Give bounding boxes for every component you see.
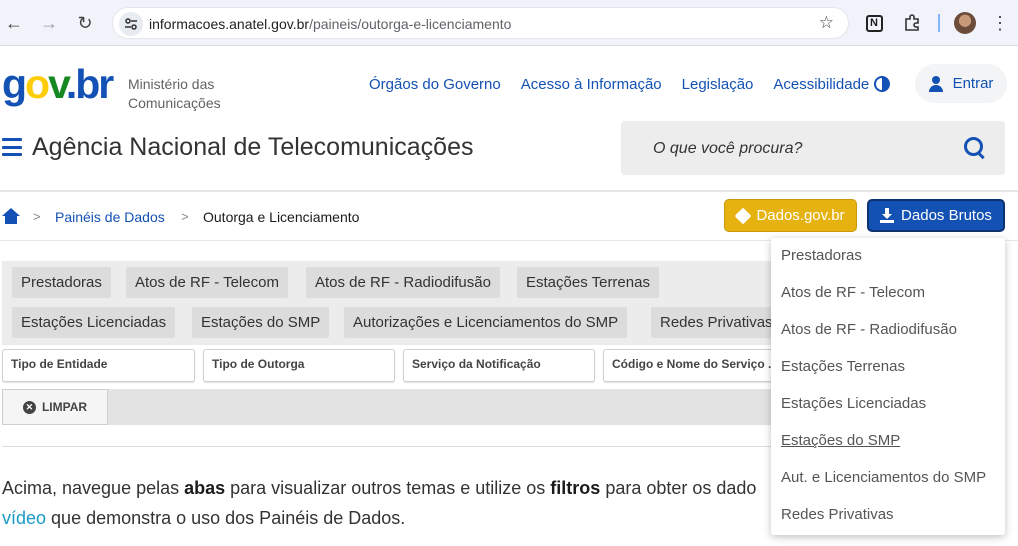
search-box[interactable]: O que você procura? — [621, 121, 1005, 175]
clear-bar — [2, 389, 782, 425]
back-arrow-icon[interactable]: ← — [2, 11, 26, 35]
link-orgaos-governo[interactable]: Órgãos do Governo — [369, 76, 501, 93]
breadcrumb-separator: > — [181, 209, 189, 224]
agency-title: Agência Nacional de Telecomunicações — [32, 133, 474, 161]
cube-icon — [735, 207, 752, 224]
breadcrumb-separator: > — [33, 209, 41, 224]
dropdown-item-atos-rf-telecom[interactable]: Atos de RF - Telecom — [781, 284, 925, 301]
dropdown-item-estacoes-licenciadas[interactable]: Estações Licenciadas — [781, 395, 926, 412]
site-settings-icon[interactable] — [119, 12, 143, 36]
kebab-menu-icon[interactable]: ⋮ — [988, 11, 1012, 35]
user-icon — [928, 75, 943, 92]
close-circle-icon: ✕ — [22, 400, 36, 414]
url-text: informacoes.anatel.gov.br/paineis/outorg… — [149, 16, 512, 32]
dados-brutos-dropdown: Prestadoras Atos de RF - Telecom Atos de… — [771, 238, 1005, 535]
home-icon[interactable] — [2, 208, 20, 224]
tab-estacoes-licenciadas[interactable]: Estações Licenciadas — [12, 307, 176, 338]
dropdown-item-redes-privativas[interactable]: Redes Privativas — [781, 506, 894, 523]
reload-icon[interactable]: ↻ — [73, 11, 97, 35]
dropdown-item-estacoes-terrenas[interactable]: Estações Terrenas — [781, 358, 905, 375]
link-acessibilidade[interactable]: Acessibilidade — [773, 76, 869, 93]
filter-tipo-outorga[interactable]: Tipo de Outorga — [203, 349, 395, 382]
tab-estacoes-terrenas[interactable]: Estações Terrenas — [517, 267, 659, 298]
dropdown-item-atos-rf-radiodifusao[interactable]: Atos de RF - Radiodifusão — [781, 321, 957, 338]
breadcrumb-paineis-link[interactable]: Painéis de Dados — [55, 209, 165, 225]
notion-extension-icon[interactable]: N — [862, 11, 886, 35]
forward-arrow-icon[interactable]: → — [37, 11, 61, 35]
profile-avatar[interactable] — [954, 12, 976, 34]
video-link[interactable]: vídeo — [2, 508, 46, 528]
header-divider — [0, 190, 1018, 192]
dropdown-item-estacoes-smp[interactable]: Estações do SMP — [781, 432, 900, 449]
ministry-name: Ministério das Comunicações — [128, 76, 221, 111]
limpar-button[interactable]: ✕ LIMPAR — [2, 389, 108, 425]
dropdown-item-aut-licenciamentos-smp[interactable]: Aut. e Licenciamentos do SMP — [781, 469, 986, 486]
tab-autorizacoes-smp[interactable]: Autorizações e Licenciamentos do SMP — [344, 307, 628, 338]
toolbar-divider — [938, 14, 940, 32]
hamburger-menu-icon[interactable] — [2, 138, 22, 156]
dados-brutos-button[interactable]: Dados Brutos — [867, 199, 1005, 232]
top-links: Órgãos do Governo Acesso à Informação Le… — [369, 76, 869, 93]
dropdown-item-prestadoras[interactable]: Prestadoras — [781, 247, 862, 264]
breadcrumb-current: Outorga e Licenciamento — [203, 209, 360, 225]
search-icon[interactable] — [964, 137, 986, 159]
browser-toolbar: ← → ↻ informacoes.anatel.gov.br/paineis/… — [0, 0, 1018, 46]
login-button[interactable]: Entrar — [915, 64, 1007, 103]
link-legislacao[interactable]: Legislação — [682, 76, 754, 93]
content-divider — [2, 446, 782, 447]
tab-atos-rf-radiodifusao[interactable]: Atos de RF - Radiodifusão — [306, 267, 500, 298]
filter-tipo-entidade[interactable]: Tipo de Entidade — [2, 349, 195, 382]
download-icon — [880, 208, 895, 223]
extensions-puzzle-icon[interactable] — [900, 11, 924, 35]
tab-redes-privativas[interactable]: Redes Privativas — [651, 307, 782, 338]
address-bar[interactable]: informacoes.anatel.gov.br/paineis/outorg… — [112, 7, 849, 39]
filter-codigo-servico[interactable]: Código e Nome do Serviço ... — [603, 349, 783, 382]
govbr-logo[interactable]: gov.br — [2, 62, 114, 106]
contrast-icon[interactable] — [874, 76, 890, 92]
dados-gov-button[interactable]: Dados.gov.br — [724, 199, 857, 232]
bookmark-star-icon[interactable]: ☆ — [819, 13, 834, 33]
tab-prestadoras[interactable]: Prestadoras — [12, 267, 111, 298]
filter-servico-notificacao[interactable]: Serviço da Notificação — [403, 349, 595, 382]
tab-atos-rf-telecom[interactable]: Atos de RF - Telecom — [126, 267, 288, 298]
link-acesso-informacao[interactable]: Acesso à Informação — [521, 76, 662, 93]
instructions-text: Acima, navegue pelas abas para visualiza… — [2, 478, 757, 528]
search-input[interactable]: O que você procura? — [653, 140, 802, 158]
tab-estacoes-smp[interactable]: Estações do SMP — [192, 307, 330, 338]
